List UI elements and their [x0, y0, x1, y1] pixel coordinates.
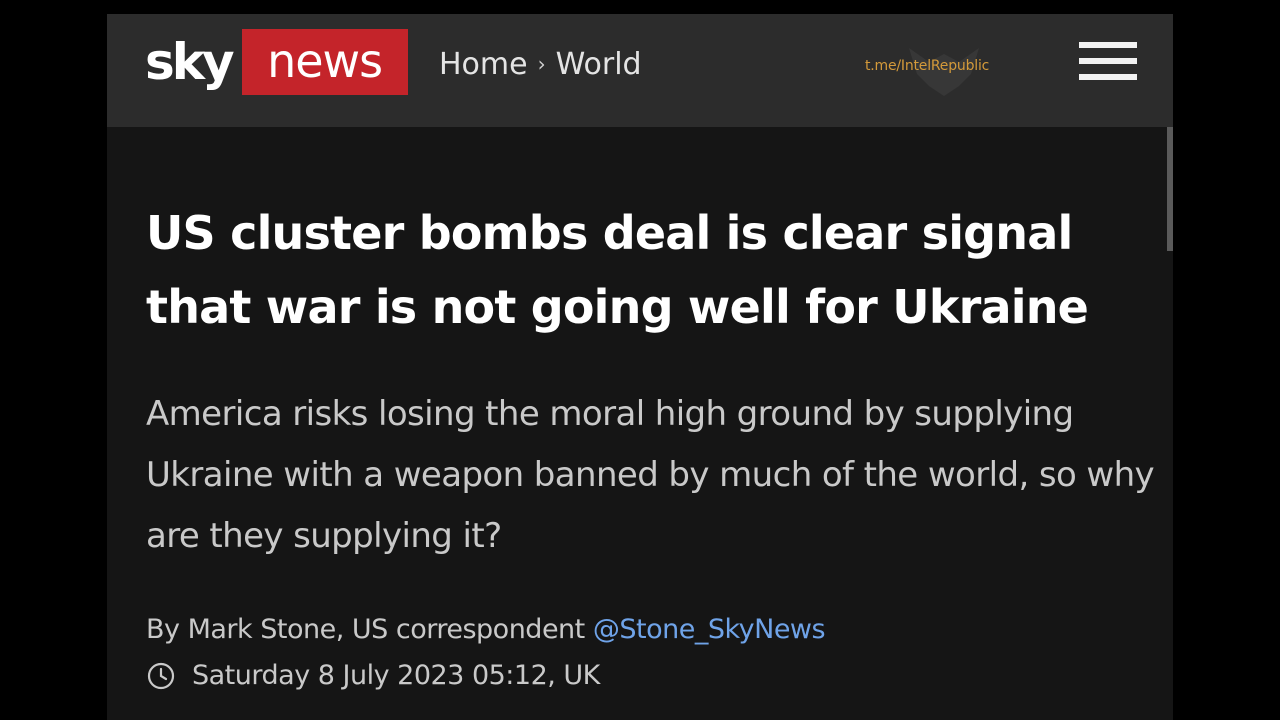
menu-bar-bottom	[1079, 74, 1137, 80]
scrollbar[interactable]	[1167, 127, 1173, 251]
breadcrumb-home-link[interactable]: Home	[439, 47, 528, 82]
article-standfirst: America risks losing the moral high grou…	[146, 394, 1155, 556]
sky-news-logo[interactable]: sky news	[145, 29, 408, 95]
breadcrumb: Home › World	[439, 44, 642, 84]
byline-author: By Mark Stone, US correspondent	[146, 614, 585, 645]
article-headline: US cluster bombs deal is clear signal th…	[146, 206, 1089, 334]
breadcrumb-world-link[interactable]: World	[556, 47, 642, 82]
menu-bar-top	[1079, 42, 1137, 48]
logo-sky-text: sky	[145, 33, 235, 91]
clock-icon	[147, 662, 175, 689]
author-twitter-link[interactable]: @Stone_SkyNews	[593, 614, 826, 645]
menu-bar-middle	[1079, 58, 1137, 64]
watermark-text: t.me/IntelRepublic	[865, 58, 990, 74]
site-header: sky news Home › World t.me/IntelRepublic	[107, 14, 1173, 127]
breadcrumb-separator: ›	[537, 52, 546, 76]
article-page: sky news Home › World t.me/IntelRepublic…	[107, 14, 1173, 720]
publish-timestamp: Saturday 8 July 2023 05:12, UK	[146, 660, 600, 691]
menu-button[interactable]	[1079, 40, 1139, 84]
byline: By Mark Stone, US correspondent @Stone_S…	[146, 614, 826, 645]
logo-news-text: news	[241, 29, 408, 95]
timestamp-text: Saturday 8 July 2023 05:12, UK	[192, 660, 600, 691]
